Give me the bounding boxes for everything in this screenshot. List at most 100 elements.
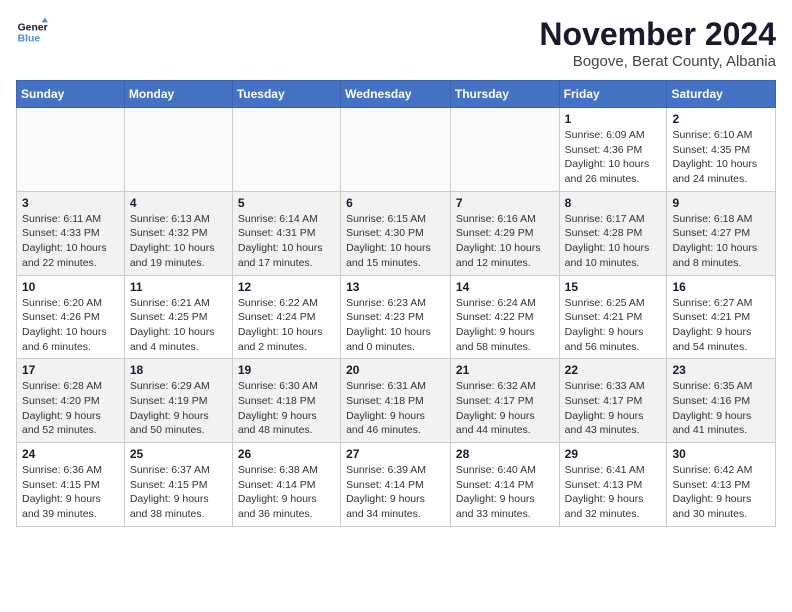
svg-text:General: General — [18, 22, 48, 33]
weekday-header-cell: Saturday — [667, 81, 776, 108]
day-detail: Sunrise: 6:33 AM Sunset: 4:17 PM Dayligh… — [565, 379, 662, 438]
day-detail: Sunrise: 6:41 AM Sunset: 4:13 PM Dayligh… — [565, 463, 662, 522]
calendar-day-cell: 12 Sunrise: 6:22 AM Sunset: 4:24 PM Dayli… — [232, 275, 340, 359]
calendar-body: 1 Sunrise: 6:09 AM Sunset: 4:36 PM Daylig… — [17, 108, 776, 527]
calendar-day-cell: 2 Sunrise: 6:10 AM Sunset: 4:35 PM Daylig… — [667, 108, 776, 192]
day-number: 19 — [238, 363, 335, 377]
day-detail: Sunrise: 6:18 AM Sunset: 4:27 PM Dayligh… — [672, 212, 770, 271]
calendar-day-cell: 6 Sunrise: 6:15 AM Sunset: 4:30 PM Daylig… — [341, 191, 451, 275]
day-detail: Sunrise: 6:39 AM Sunset: 4:14 PM Dayligh… — [346, 463, 445, 522]
calendar-week-row: 1 Sunrise: 6:09 AM Sunset: 4:36 PM Daylig… — [17, 108, 776, 192]
calendar-day-cell: 27 Sunrise: 6:39 AM Sunset: 4:14 PM Dayli… — [341, 443, 451, 527]
day-detail: Sunrise: 6:15 AM Sunset: 4:30 PM Dayligh… — [346, 212, 445, 271]
day-detail: Sunrise: 6:35 AM Sunset: 4:16 PM Dayligh… — [672, 379, 770, 438]
day-detail: Sunrise: 6:22 AM Sunset: 4:24 PM Dayligh… — [238, 296, 335, 355]
calendar-day-cell — [341, 108, 451, 192]
calendar-day-cell: 10 Sunrise: 6:20 AM Sunset: 4:26 PM Dayli… — [17, 275, 125, 359]
calendar-day-cell: 13 Sunrise: 6:23 AM Sunset: 4:23 PM Dayli… — [341, 275, 451, 359]
calendar-day-cell: 19 Sunrise: 6:30 AM Sunset: 4:18 PM Dayli… — [232, 359, 340, 443]
day-number: 10 — [22, 280, 119, 294]
day-number: 6 — [346, 196, 445, 210]
calendar-day-cell: 4 Sunrise: 6:13 AM Sunset: 4:32 PM Daylig… — [124, 191, 232, 275]
calendar-day-cell: 14Sunrise: 6:24 AM Sunset: 4:22 PM Dayli… — [450, 275, 559, 359]
weekday-header-cell: Wednesday — [341, 81, 451, 108]
day-number: 21 — [456, 363, 554, 377]
day-number: 25 — [130, 447, 227, 461]
calendar-day-cell: 22Sunrise: 6:33 AM Sunset: 4:17 PM Dayli… — [559, 359, 667, 443]
calendar-day-cell: 21 Sunrise: 6:32 AM Sunset: 4:17 PM Dayli… — [450, 359, 559, 443]
calendar-week-row: 10 Sunrise: 6:20 AM Sunset: 4:26 PM Dayli… — [17, 275, 776, 359]
calendar-day-cell — [232, 108, 340, 192]
day-number: 5 — [238, 196, 335, 210]
day-detail: Sunrise: 6:36 AM Sunset: 4:15 PM Dayligh… — [22, 463, 119, 522]
calendar-day-cell: 8 Sunrise: 6:17 AM Sunset: 4:28 PM Daylig… — [559, 191, 667, 275]
day-number: 7 — [456, 196, 554, 210]
day-number: 11 — [130, 280, 227, 294]
day-detail: Sunrise: 6:31 AM Sunset: 4:18 PM Dayligh… — [346, 379, 445, 438]
day-detail: Sunrise: 6:23 AM Sunset: 4:23 PM Dayligh… — [346, 296, 445, 355]
calendar-day-cell: 9Sunrise: 6:18 AM Sunset: 4:27 PM Daylig… — [667, 191, 776, 275]
day-number: 8 — [565, 196, 662, 210]
weekday-header-row: SundayMondayTuesdayWednesdayThursdayFrid… — [17, 81, 776, 108]
day-number: 13 — [346, 280, 445, 294]
day-number: 28 — [456, 447, 554, 461]
day-number: 30 — [672, 447, 770, 461]
calendar-day-cell: 24Sunrise: 6:36 AM Sunset: 4:15 PM Dayli… — [17, 443, 125, 527]
calendar-day-cell: 16Sunrise: 6:27 AM Sunset: 4:21 PM Dayli… — [667, 275, 776, 359]
calendar-day-cell — [124, 108, 232, 192]
calendar-day-cell: 1 Sunrise: 6:09 AM Sunset: 4:36 PM Daylig… — [559, 108, 667, 192]
calendar-day-cell: 20Sunrise: 6:31 AM Sunset: 4:18 PM Dayli… — [341, 359, 451, 443]
weekday-header-cell: Friday — [559, 81, 667, 108]
calendar-day-cell: 15Sunrise: 6:25 AM Sunset: 4:21 PM Dayli… — [559, 275, 667, 359]
day-number: 15 — [565, 280, 662, 294]
title-area: November 2024 Bogove, Berat County, Alba… — [539, 16, 776, 70]
location: Bogove, Berat County, Albania — [539, 53, 776, 70]
day-detail: Sunrise: 6:10 AM Sunset: 4:35 PM Dayligh… — [672, 128, 770, 187]
day-number: 18 — [130, 363, 227, 377]
calendar-day-cell: 30 Sunrise: 6:42 AM Sunset: 4:13 PM Dayli… — [667, 443, 776, 527]
day-detail: Sunrise: 6:09 AM Sunset: 4:36 PM Dayligh… — [565, 128, 662, 187]
day-detail: Sunrise: 6:13 AM Sunset: 4:32 PM Dayligh… — [130, 212, 227, 271]
day-detail: Sunrise: 6:17 AM Sunset: 4:28 PM Dayligh… — [565, 212, 662, 271]
day-number: 27 — [346, 447, 445, 461]
day-number: 17 — [22, 363, 119, 377]
calendar-day-cell: 18Sunrise: 6:29 AM Sunset: 4:19 PM Dayli… — [124, 359, 232, 443]
calendar-table: SundayMondayTuesdayWednesdayThursdayFrid… — [16, 80, 776, 527]
calendar-day-cell: 3Sunrise: 6:11 AM Sunset: 4:33 PM Daylig… — [17, 191, 125, 275]
logo-icon: General Blue — [16, 16, 48, 48]
day-number: 2 — [672, 112, 770, 126]
calendar-day-cell: 7 Sunrise: 6:16 AM Sunset: 4:29 PM Daylig… — [450, 191, 559, 275]
weekday-header-cell: Tuesday — [232, 81, 340, 108]
calendar-day-cell — [450, 108, 559, 192]
calendar-day-cell — [17, 108, 125, 192]
day-detail: Sunrise: 6:32 AM Sunset: 4:17 PM Dayligh… — [456, 379, 554, 438]
calendar-day-cell: 28Sunrise: 6:40 AM Sunset: 4:14 PM Dayli… — [450, 443, 559, 527]
calendar-day-cell: 23 Sunrise: 6:35 AM Sunset: 4:16 PM Dayli… — [667, 359, 776, 443]
day-detail: Sunrise: 6:42 AM Sunset: 4:13 PM Dayligh… — [672, 463, 770, 522]
day-detail: Sunrise: 6:14 AM Sunset: 4:31 PM Dayligh… — [238, 212, 335, 271]
day-number: 4 — [130, 196, 227, 210]
svg-text:Blue: Blue — [18, 34, 41, 45]
day-number: 1 — [565, 112, 662, 126]
day-number: 3 — [22, 196, 119, 210]
day-detail: Sunrise: 6:30 AM Sunset: 4:18 PM Dayligh… — [238, 379, 335, 438]
day-number: 12 — [238, 280, 335, 294]
day-detail: Sunrise: 6:20 AM Sunset: 4:26 PM Dayligh… — [22, 296, 119, 355]
day-number: 16 — [672, 280, 770, 294]
calendar-week-row: 24Sunrise: 6:36 AM Sunset: 4:15 PM Dayli… — [17, 443, 776, 527]
month-title: November 2024 — [539, 16, 776, 53]
day-detail: Sunrise: 6:16 AM Sunset: 4:29 PM Dayligh… — [456, 212, 554, 271]
calendar-week-row: 3Sunrise: 6:11 AM Sunset: 4:33 PM Daylig… — [17, 191, 776, 275]
day-number: 23 — [672, 363, 770, 377]
day-number: 29 — [565, 447, 662, 461]
day-detail: Sunrise: 6:24 AM Sunset: 4:22 PM Dayligh… — [456, 296, 554, 355]
calendar-week-row: 17Sunrise: 6:28 AM Sunset: 4:20 PM Dayli… — [17, 359, 776, 443]
weekday-header-cell: Thursday — [450, 81, 559, 108]
calendar-day-cell: 26Sunrise: 6:38 AM Sunset: 4:14 PM Dayli… — [232, 443, 340, 527]
day-number: 26 — [238, 447, 335, 461]
weekday-header-cell: Sunday — [17, 81, 125, 108]
weekday-header-cell: Monday — [124, 81, 232, 108]
calendar-day-cell: 5 Sunrise: 6:14 AM Sunset: 4:31 PM Daylig… — [232, 191, 340, 275]
calendar-day-cell: 17Sunrise: 6:28 AM Sunset: 4:20 PM Dayli… — [17, 359, 125, 443]
calendar-day-cell: 29 Sunrise: 6:41 AM Sunset: 4:13 PM Dayli… — [559, 443, 667, 527]
